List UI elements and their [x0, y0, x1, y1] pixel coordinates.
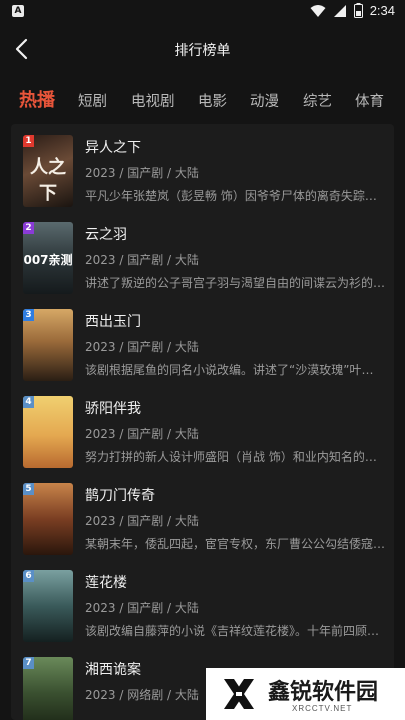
- poster-caption: 007亲测: [23, 253, 73, 267]
- ranking-item[interactable]: 3 西出玉门 2023 / 国产剧 / 大陆 该剧根据尾鱼的同名小说改编。讲述了…: [11, 298, 394, 381]
- item-description: 该剧根据尾鱼的同名小说改编。讲述了“沙漠玫瑰”叶流…: [85, 363, 385, 377]
- item-title: 异人之下: [85, 140, 141, 156]
- signal-icon: [333, 4, 346, 17]
- item-title: 鹊刀门传奇: [85, 488, 155, 504]
- item-meta: 2023 / 国产剧 / 大陆: [85, 166, 199, 180]
- rank-badge: 1: [23, 135, 34, 147]
- app-notification-icon: A: [12, 5, 24, 17]
- battery-icon: [353, 3, 363, 18]
- page-title: 排行榜单: [174, 43, 231, 59]
- item-title: 云之羽: [85, 227, 127, 243]
- item-meta: 2023 / 国产剧 / 大陆: [85, 340, 199, 354]
- item-description: 某朝末年，倭乱四起，宦官专权，东厂曹公公勾结倭寇…: [85, 537, 385, 551]
- watermark-text: 鑫锐软件园: [268, 680, 379, 705]
- poster-image: 5: [23, 483, 73, 555]
- x-logo-icon: [224, 679, 254, 709]
- watermark: 鑫锐软件园 XRCCTV.NET: [206, 668, 405, 720]
- tab-movie[interactable]: 电影: [198, 90, 227, 111]
- poster-image: 007亲测 2: [23, 222, 73, 294]
- item-meta: 2023 / 国产剧 / 大陆: [85, 427, 199, 441]
- ranking-list: 人之下 1 异人之下 2023 / 国产剧 / 大陆 平凡少年张楚岚（彭昱畅 饰…: [11, 124, 394, 720]
- category-tabs: 热播 短剧 电视剧 电影 动漫 综艺 体育: [0, 82, 405, 118]
- ranking-item[interactable]: 6 莲花楼 2023 / 国产剧 / 大陆 该剧改编自藤萍的小说《吉祥纹莲花楼》…: [11, 559, 394, 642]
- poster-image: 7: [23, 657, 73, 720]
- item-description: 平凡少年张楚岚（彭昱畅 饰）因爷爷尸体的离奇失踪…: [85, 189, 377, 203]
- item-description: 该剧改编自藤萍的小说《吉祥纹莲花楼》。十年前四顾…: [85, 624, 380, 638]
- item-meta: 2023 / 国产剧 / 大陆: [85, 253, 199, 267]
- ranking-item[interactable]: 5 鹊刀门传奇 2023 / 国产剧 / 大陆 某朝末年，倭乱四起，宦官专权，东…: [11, 472, 394, 555]
- item-meta: 2023 / 国产剧 / 大陆: [85, 514, 199, 528]
- ranking-item[interactable]: 人之下 1 异人之下 2023 / 国产剧 / 大陆 平凡少年张楚岚（彭昱畅 饰…: [11, 124, 394, 207]
- tab-short-drama[interactable]: 短剧: [78, 90, 107, 111]
- tab-anime[interactable]: 动漫: [250, 90, 279, 111]
- item-title: 莲花楼: [85, 575, 127, 591]
- poster-image: 4: [23, 396, 73, 468]
- item-description: 讲述了叛逆的公子哥宫子羽与渴望自由的间谍云为衫的…: [85, 276, 385, 290]
- item-meta: 2023 / 国产剧 / 大陆: [85, 601, 199, 615]
- status-bar: A 2:34: [0, 0, 405, 24]
- rank-badge: 4: [23, 396, 34, 408]
- item-description: 努力打拼的新人设计师盛阳（肖战 饰）和业内知名的…: [85, 450, 377, 464]
- poster-image: 3: [23, 309, 73, 381]
- tab-sports[interactable]: 体育: [355, 90, 384, 111]
- rank-badge: 3: [23, 309, 34, 321]
- watermark-url: XRCCTV.NET: [292, 704, 353, 713]
- rank-badge: 7: [23, 657, 34, 669]
- ranking-item[interactable]: 007亲测 2 云之羽 2023 / 国产剧 / 大陆 讲述了叛逆的公子哥宫子羽…: [11, 211, 394, 294]
- tab-variety[interactable]: 综艺: [303, 90, 332, 111]
- poster-image: 6: [23, 570, 73, 642]
- status-time: 2:34: [369, 3, 395, 18]
- rank-badge: 2: [23, 222, 34, 234]
- wifi-icon: [310, 4, 326, 17]
- ranking-item[interactable]: 4 骄阳伴我 2023 / 国产剧 / 大陆 努力打拼的新人设计师盛阳（肖战 饰…: [11, 385, 394, 468]
- status-icons: 2:34: [310, 3, 395, 18]
- rank-badge: 6: [23, 570, 34, 582]
- item-meta: 2023 / 网络剧 / 大陆: [85, 688, 199, 702]
- poster-image: 人之下 1: [23, 135, 73, 207]
- item-title: 西出玉门: [85, 314, 141, 330]
- rank-badge: 5: [23, 483, 34, 495]
- item-title: 湘西诡案: [85, 662, 141, 678]
- page-header: 排行榜单: [0, 24, 405, 74]
- tab-hot[interactable]: 热播: [19, 86, 55, 112]
- item-title: 骄阳伴我: [85, 401, 141, 417]
- tab-tv-series[interactable]: 电视剧: [131, 90, 175, 111]
